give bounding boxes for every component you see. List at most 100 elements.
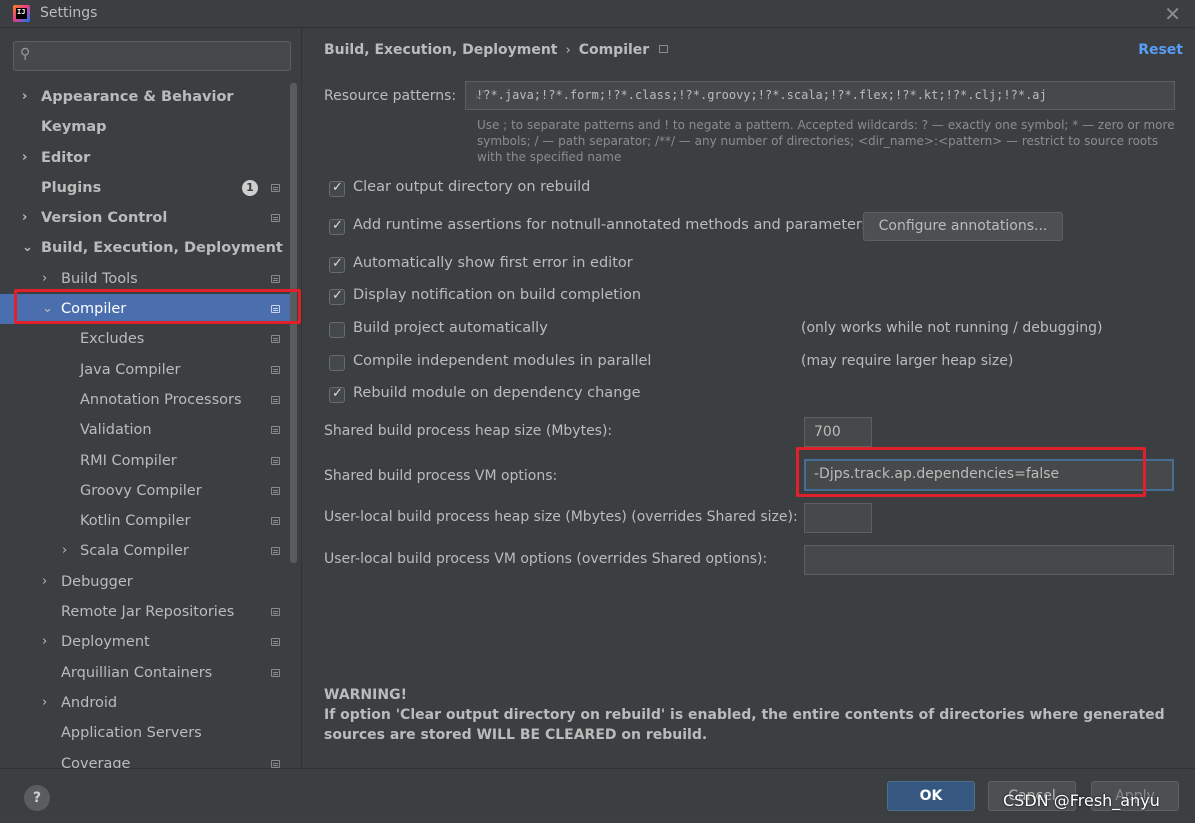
build-auto-checkbox[interactable] bbox=[329, 322, 345, 338]
sidebar-item-label: Deployment bbox=[61, 634, 150, 651]
clear-output-checkbox[interactable] bbox=[329, 180, 345, 197]
help-button[interactable]: ? bbox=[24, 785, 50, 811]
intellij-idea-icon: IJ bbox=[13, 5, 30, 22]
breadcrumb: Build, Execution, Deployment › Compiler bbox=[324, 42, 669, 58]
sidebar-item-java-compiler[interactable]: Java Compiler bbox=[0, 355, 290, 385]
sidebar-item-scala-compiler[interactable]: › Scala Compiler bbox=[0, 536, 290, 566]
sidebar-item-label: Editor bbox=[41, 149, 91, 166]
runtime-assertions-label: Add runtime assertions for notnull-annot… bbox=[353, 217, 870, 233]
sidebar-item-application-servers[interactable]: Application Servers bbox=[0, 718, 290, 748]
sidebar-item-build-execution-deployment[interactable]: ⌄ Build, Execution, Deployment bbox=[0, 233, 290, 263]
chevron-right-icon[interactable]: › bbox=[42, 264, 47, 294]
project-scope-icon bbox=[659, 45, 669, 53]
sidebar-item-label: Debugger bbox=[61, 573, 133, 590]
sidebar-item-remote-jar-repositories[interactable]: Remote Jar Repositories bbox=[0, 597, 290, 627]
resource-patterns-help: Use ; to separate patterns and ! to nega… bbox=[477, 118, 1175, 164]
warning-message: WARNING! If option 'Clear output directo… bbox=[324, 685, 1184, 745]
sidebar-item-compiler[interactable]: ⌄ Compiler bbox=[0, 294, 290, 325]
rebuild-dep-label: Rebuild module on dependency change bbox=[353, 385, 641, 401]
local-heap-input[interactable] bbox=[804, 503, 872, 533]
sidebar-item-arquillian-containers[interactable]: Arquillian Containers bbox=[0, 658, 290, 688]
sidebar-item-rmi-compiler[interactable]: RMI Compiler bbox=[0, 446, 290, 476]
search-icon: ⚲ bbox=[20, 46, 31, 62]
parallel-checkbox[interactable] bbox=[329, 355, 345, 371]
sidebar-item-debugger[interactable]: › Debugger bbox=[0, 567, 290, 597]
project-scope-icon bbox=[271, 305, 280, 314]
reset-link[interactable]: Reset bbox=[1138, 42, 1183, 58]
warning-body: If option 'Clear output directory on reb… bbox=[324, 707, 1165, 743]
sidebar-item-label: Keymap bbox=[41, 119, 107, 136]
sidebar-item-editor[interactable]: › Editor bbox=[0, 143, 290, 173]
close-icon[interactable]: ✕ bbox=[1164, 2, 1181, 26]
sidebar-item-label: Arquillian Containers bbox=[61, 664, 213, 681]
search-input[interactable] bbox=[40, 46, 280, 66]
chevron-down-icon[interactable]: ⌄ bbox=[22, 233, 33, 263]
runtime-assertions-checkbox[interactable] bbox=[329, 218, 345, 235]
shared-vm-label: Shared build process VM options: bbox=[324, 468, 558, 484]
ok-button[interactable]: OK bbox=[887, 781, 975, 811]
sidebar-item-appearance-behavior[interactable]: › Appearance & Behavior bbox=[0, 82, 290, 112]
sidebar-item-coverage[interactable]: Coverage bbox=[0, 749, 290, 768]
sidebar-item-plugins[interactable]: Plugins 1 bbox=[0, 173, 290, 203]
resource-patterns-field[interactable]: !?*.java;!?*.form;!?*.class;!?*.groovy;!… bbox=[465, 81, 1175, 110]
sidebar-item-keymap[interactable]: Keymap bbox=[0, 112, 290, 142]
chevron-right-icon[interactable]: › bbox=[22, 82, 27, 112]
sidebar-item-label: Kotlin Compiler bbox=[80, 513, 191, 530]
sidebar-item-excludes[interactable]: Excludes bbox=[0, 324, 290, 354]
settings-sidebar: ⚲ › Appearance & Behavior Keymap › Editor Plu… bbox=[0, 28, 300, 768]
sidebar-item-android[interactable]: › Android bbox=[0, 688, 290, 718]
warning-title: WARNING! bbox=[324, 687, 407, 703]
chevron-right-icon[interactable]: › bbox=[22, 143, 27, 173]
title-bar: IJ Settings ✕ bbox=[0, 0, 1195, 28]
notify-build-label: Display notification on build completion bbox=[353, 287, 642, 303]
chevron-down-icon[interactable]: ⌄ bbox=[42, 294, 53, 324]
settings-search[interactable]: ⚲ bbox=[13, 41, 291, 71]
clear-output-label: Clear output directory on rebuild bbox=[353, 179, 591, 195]
expand-icon[interactable]: ⤢ bbox=[476, 88, 1166, 102]
chevron-right-icon[interactable]: › bbox=[42, 688, 47, 718]
sidebar-item-label: Annotation Processors bbox=[80, 391, 242, 408]
project-scope-icon bbox=[271, 608, 280, 617]
shared-heap-input[interactable]: 700 bbox=[804, 417, 872, 447]
sidebar-item-label: Groovy Compiler bbox=[80, 482, 202, 499]
compiler-settings-panel: Build, Execution, Deployment › Compiler Re… bbox=[301, 28, 1195, 768]
sidebar-scrollbar[interactable] bbox=[290, 83, 297, 563]
chevron-right-icon[interactable]: › bbox=[42, 627, 47, 657]
chevron-right-icon[interactable]: › bbox=[42, 567, 47, 597]
csdn-watermark: CSDN @Fresh_anyu bbox=[1003, 791, 1160, 810]
chevron-right-icon[interactable]: › bbox=[22, 203, 27, 233]
sidebar-item-deployment[interactable]: › Deployment bbox=[0, 627, 290, 657]
resource-patterns-label: Resource patterns: bbox=[324, 88, 457, 104]
project-scope-icon bbox=[271, 759, 280, 768]
sidebar-item-label: Coverage bbox=[61, 755, 131, 768]
configure-annotations-button[interactable]: Configure annotations... bbox=[863, 212, 1063, 241]
sidebar-item-build-tools[interactable]: › Build Tools bbox=[0, 264, 290, 294]
project-scope-icon bbox=[271, 365, 280, 374]
project-scope-icon bbox=[271, 214, 280, 223]
build-auto-hint: (only works while not running / debuggin… bbox=[801, 320, 1103, 336]
breadcrumb-parent[interactable]: Build, Execution, Deployment bbox=[324, 42, 558, 58]
local-vm-input[interactable] bbox=[804, 545, 1174, 575]
rebuild-dep-checkbox[interactable] bbox=[329, 386, 345, 403]
sidebar-item-label: Excludes bbox=[80, 331, 145, 348]
project-scope-icon bbox=[271, 395, 280, 404]
sidebar-item-label: Plugins bbox=[41, 179, 102, 196]
sidebar-item-groovy-compiler[interactable]: Groovy Compiler bbox=[0, 476, 290, 506]
sidebar-item-label: Validation bbox=[80, 422, 152, 439]
sidebar-item-validation[interactable]: Validation bbox=[0, 415, 290, 445]
show-first-error-checkbox[interactable] bbox=[329, 256, 345, 273]
sidebar-item-label: Appearance & Behavior bbox=[41, 89, 234, 105]
sidebar-item-version-control[interactable]: › Version Control bbox=[0, 203, 290, 233]
chevron-right-icon[interactable]: › bbox=[62, 536, 67, 566]
sidebar-item-label: Java Compiler bbox=[80, 361, 181, 378]
shared-vm-input[interactable]: -Djps.track.ap.dependencies=false bbox=[804, 459, 1174, 491]
project-scope-icon bbox=[271, 426, 280, 435]
project-scope-icon bbox=[271, 183, 280, 192]
project-scope-icon bbox=[271, 274, 280, 283]
sidebar-item-annotation-processors[interactable]: Annotation Processors bbox=[0, 385, 290, 415]
notify-build-checkbox[interactable] bbox=[329, 288, 345, 305]
sidebar-item-label: Compiler bbox=[61, 301, 127, 318]
sidebar-item-kotlin-compiler[interactable]: Kotlin Compiler bbox=[0, 506, 290, 536]
sidebar-item-label: Build Tools bbox=[61, 270, 138, 287]
project-scope-icon bbox=[271, 456, 280, 465]
